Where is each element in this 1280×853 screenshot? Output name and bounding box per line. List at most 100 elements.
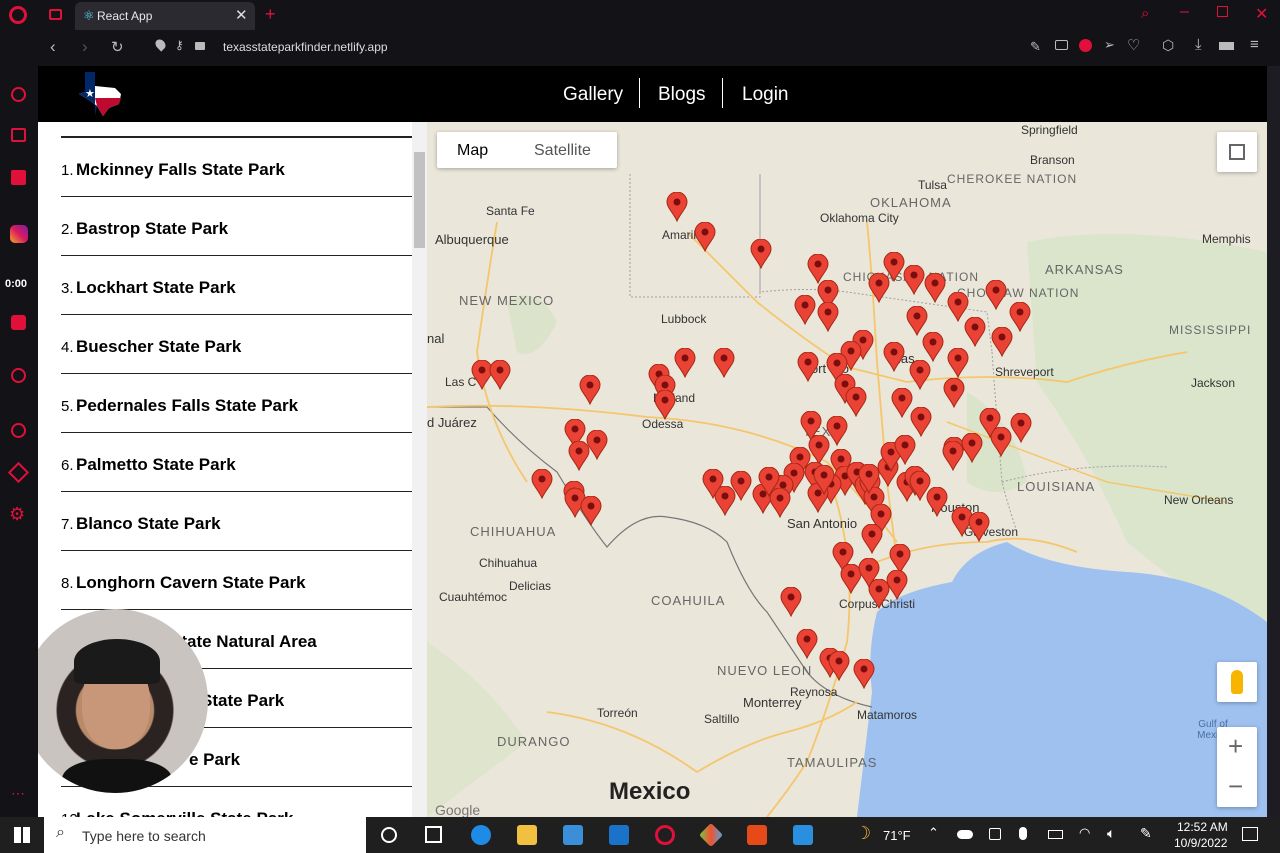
edge-icon[interactable] (471, 825, 491, 845)
taskbar-search[interactable]: ⌕ Type here to search (44, 817, 366, 853)
adblock-icon[interactable] (1079, 39, 1092, 52)
scrollbar-thumb[interactable] (414, 152, 425, 248)
park-name[interactable]: Longhorn Cavern State Park (76, 573, 306, 593)
history-icon[interactable] (11, 423, 26, 438)
location-icon[interactable] (153, 37, 168, 52)
park-name[interactable]: Buescher State Park (76, 337, 241, 357)
map-marker-pin[interactable] (808, 435, 830, 465)
clock-date[interactable]: 10/9/2022 (1174, 836, 1227, 850)
battery-icon[interactable] (1219, 42, 1234, 50)
fullscreen-button[interactable] (1217, 132, 1257, 172)
map-marker-pin[interactable] (817, 302, 839, 332)
park-list-item[interactable]: 7. Blanco State Park (61, 492, 413, 551)
battery-tray-icon[interactable] (1048, 830, 1063, 839)
map-marker-pin[interactable] (666, 192, 688, 222)
map-type-map-button[interactable]: Map (457, 142, 488, 160)
task-view-icon[interactable] (425, 826, 442, 843)
onedrive-icon[interactable] (957, 830, 973, 839)
pegman-button[interactable] (1217, 662, 1257, 702)
map-marker-pin[interactable] (910, 407, 932, 437)
tray-app-icon[interactable] (989, 828, 1001, 840)
map-marker-pin[interactable] (780, 587, 802, 617)
map-marker-pin[interactable] (674, 348, 696, 378)
map-marker-pin[interactable] (489, 360, 511, 390)
park-name[interactable]: Palmetto State Park (76, 455, 236, 475)
reload-icon[interactable]: ↻ (111, 38, 124, 56)
clock-time[interactable]: 12:52 AM (1177, 820, 1228, 834)
park-list-item[interactable]: 4. Buescher State Park (61, 315, 413, 374)
google-map[interactable]: Springfield Branson Tulsa CHEROKEE NATION OK… (427, 122, 1267, 817)
zoom-out-button[interactable]: − (1228, 771, 1243, 802)
map-marker-pin[interactable] (968, 512, 990, 542)
map-marker-pin[interactable] (1010, 413, 1032, 443)
url-text[interactable]: texasstateparkfinder.netlify.app (223, 40, 388, 54)
nav-login[interactable]: Login (742, 84, 789, 106)
nav-gallery[interactable]: Gallery (563, 84, 623, 106)
map-marker-pin[interactable] (858, 464, 880, 494)
settings-icon[interactable]: ⚙ (9, 504, 25, 525)
restore-icon[interactable] (1217, 6, 1228, 17)
workspace-icon[interactable] (49, 9, 62, 20)
list-scrollbar[interactable] (412, 122, 427, 817)
park-list-item[interactable]: 5. Pedernales Falls State Park (61, 374, 413, 433)
more-icon[interactable]: ⋯ (11, 785, 25, 802)
close-tab-icon[interactable]: ✕ (235, 6, 248, 24)
map-marker-pin[interactable] (796, 629, 818, 659)
map-marker-pin[interactable] (531, 469, 553, 499)
map-marker-pin[interactable] (813, 465, 835, 495)
key-icon[interactable]: ⚷ (175, 38, 184, 52)
tab-react-app[interactable]: ⚛ React App ✕ (75, 2, 255, 30)
map-marker-pin[interactable] (654, 390, 676, 420)
new-tab-icon[interactable]: + (265, 4, 276, 25)
map-marker-pin[interactable] (858, 558, 880, 588)
map-marker-pin[interactable] (903, 265, 925, 295)
map-marker-pin[interactable] (985, 280, 1007, 310)
google-logo[interactable]: Google (435, 802, 480, 817)
microphone-icon[interactable] (1019, 827, 1027, 840)
park-list-item[interactable]: 6. Palmetto State Park (61, 433, 413, 492)
vscode-icon[interactable] (793, 825, 813, 845)
forward-icon[interactable]: › (82, 37, 88, 57)
camera-icon[interactable] (1055, 40, 1068, 50)
store-icon[interactable] (563, 825, 583, 845)
git-icon[interactable] (698, 822, 724, 848)
map-marker-pin[interactable] (845, 387, 867, 417)
twitch-icon[interactable] (11, 170, 26, 185)
map-marker-pin[interactable] (909, 360, 931, 390)
opera-logo-icon[interactable] (9, 6, 27, 24)
map-marker-pin[interactable] (922, 332, 944, 362)
lock-icon[interactable] (195, 42, 205, 50)
park-list-item[interactable]: 8. Longhorn Cavern State Park (61, 551, 413, 610)
map-marker-pin[interactable] (853, 659, 875, 689)
player-icon[interactable] (11, 368, 26, 383)
map-marker-pin[interactable] (750, 239, 772, 269)
edit-icon[interactable]: ✎ (1030, 39, 1041, 55)
map-marker-pin[interactable] (586, 430, 608, 460)
download-icon[interactable]: ⤓ (1195, 36, 1202, 53)
nav-blogs[interactable]: Blogs (658, 84, 706, 106)
map-marker-pin[interactable] (758, 467, 780, 497)
map-marker-pin[interactable] (947, 348, 969, 378)
pen-icon[interactable]: ✎ (1140, 825, 1152, 842)
map-marker-pin[interactable] (964, 317, 986, 347)
park-name[interactable]: State Park (201, 691, 284, 711)
map-marker-pin[interactable] (961, 433, 983, 463)
map-marker-pin[interactable] (694, 222, 716, 252)
wifi-icon[interactable]: ◠ (1079, 825, 1090, 841)
map-marker-pin[interactable] (797, 352, 819, 382)
texas-flag-logo[interactable]: ★ (75, 70, 123, 116)
park-list-item[interactable]: 2. Bastrop State Park (61, 197, 413, 256)
map-marker-pin[interactable] (868, 273, 890, 303)
cube-icon[interactable]: ⬡ (1162, 37, 1174, 54)
back-icon[interactable]: ‹ (50, 37, 56, 57)
park-list-item[interactable]: 1. Mckinney Falls State Park (61, 138, 413, 197)
map-marker-pin[interactable] (713, 348, 735, 378)
map-marker-pin[interactable] (926, 487, 948, 517)
park-name[interactable]: Lockhart State Park (76, 278, 236, 298)
map-marker-pin[interactable] (943, 378, 965, 408)
opera-taskbar-icon[interactable] (655, 825, 675, 845)
map-marker-pin[interactable] (794, 295, 816, 325)
park-name[interactable]: Pedernales Falls State Park (76, 396, 298, 416)
search-tabs-icon[interactable]: ⌕ (1141, 5, 1149, 22)
map-marker-pin[interactable] (828, 651, 850, 681)
